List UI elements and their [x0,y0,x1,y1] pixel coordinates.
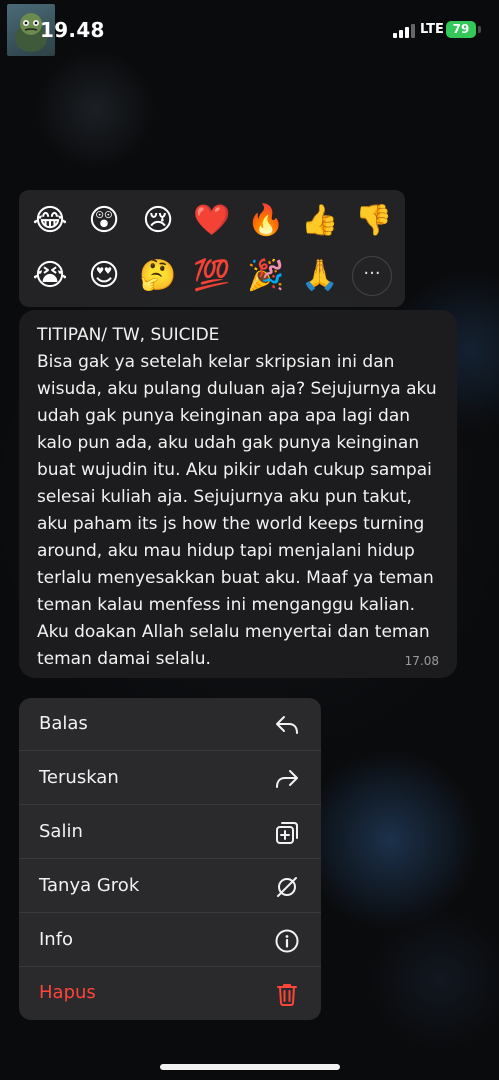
menu-item-label: Salin [39,821,83,842]
ellipsis-icon[interactable]: ··· [352,256,392,296]
reaction-thinking[interactable]: 🤔 [135,253,181,299]
reaction-astonished[interactable]: 😲 [81,198,127,244]
message-body: Bisa gak ya setelah kelar skripsian ini … [37,352,437,669]
battery-icon: 79 [446,21,476,38]
reply-icon [276,716,298,734]
forward-icon [276,770,298,788]
reaction-heart[interactable]: ❤️ [189,198,235,244]
message-bubble[interactable]: TITIPAN/ TW, SUICIDE Bisa gak ya setelah… [19,310,457,678]
network-label: LTE [420,22,444,37]
reaction-hundred[interactable]: 💯 [189,253,235,299]
context-menu: Balas Teruskan Salin Tanya Grok Info Hap… [19,698,321,1020]
message-timestamp: 17.08 [404,654,439,668]
reaction-thumbs-up[interactable]: 👍 [297,198,343,244]
message-title: TITIPAN/ TW, SUICIDE [37,325,220,345]
menu-item-label: Hapus [39,982,96,1003]
home-indicator[interactable] [160,1064,340,1070]
reaction-fire[interactable]: 🔥 [243,198,289,244]
reaction-laughing[interactable]: 😂 [27,198,73,244]
trash-icon [277,984,297,1006]
reaction-crying[interactable]: 😢 [135,198,181,244]
reaction-heart-eyes[interactable]: 😍 [81,253,127,299]
menu-item-delete[interactable]: Hapus [19,967,321,1020]
info-icon [275,929,299,953]
copy-icon [276,822,298,844]
menu-item-info[interactable]: Info [19,914,321,967]
reaction-sob[interactable]: 😭 [27,253,73,299]
menu-item-ask-grok[interactable]: Tanya Grok [19,860,321,913]
status-time: 19.48 [40,18,105,42]
grok-icon [277,877,297,897]
reaction-pray[interactable]: 🙏 [297,253,343,299]
reaction-thumbs-down[interactable]: 👎 [351,198,397,244]
status-bar: 19.48 LTE 79 [0,0,499,60]
menu-item-forward[interactable]: Teruskan [19,752,321,805]
reaction-party[interactable]: 🎉 [243,253,289,299]
menu-item-reply[interactable]: Balas [19,698,321,751]
menu-item-label: Balas [39,713,88,734]
menu-item-label: Teruskan [39,767,119,788]
reaction-picker: 😂 😲 😢 ❤️ 🔥 👍 👎 😭 😍 🤔 💯 🎉 🙏 ··· [19,190,405,307]
signal-icon [393,24,415,38]
menu-item-copy[interactable]: Salin [19,806,321,859]
menu-item-label: Tanya Grok [39,875,140,896]
battery-tip [478,26,481,33]
menu-item-label: Info [39,929,74,950]
